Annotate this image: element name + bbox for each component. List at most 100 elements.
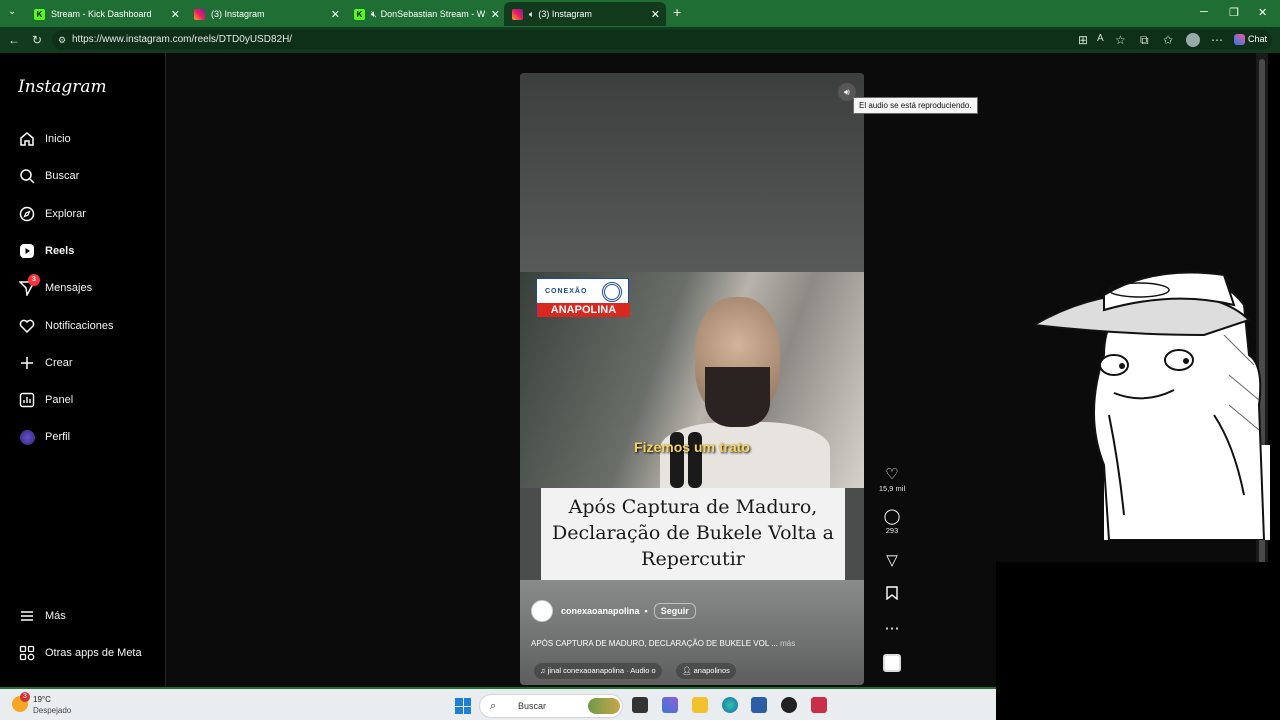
tab-donsebastian-stream[interactable]: K 🔇︎ DonSebastian Stream - Watch ✕ [346,2,506,26]
tab-instagram-active[interactable]: 🔈︎ (3) Instagram ✕ [504,2,666,26]
copilot-app-icon[interactable] [662,697,678,713]
audio-tooltip: El audio se está reproduciendo. [853,97,978,114]
muted-speaker-icon[interactable]: 🔇︎ [371,9,377,20]
tab-kick-dashboard[interactable]: K Stream - Kick Dashboard ✕ [26,2,186,26]
speaker-icon[interactable]: 🔈︎ [529,9,534,20]
favorites-icon[interactable]: ✩ [1163,33,1173,47]
speaker-shirt [660,422,830,488]
sidebar-item-meta-apps[interactable]: Otras apps de Meta [18,641,142,665]
close-tab-icon[interactable]: ✕ [171,8,180,21]
globe-icon [602,282,622,302]
audio-pill[interactable]: ♫ jinal conexaoanapolina · Audio o [534,663,662,679]
brand-top-text: CONEXÃO [545,288,588,295]
file-explorer-icon[interactable] [692,697,708,713]
sidebar-item-label: Buscar [45,170,80,182]
sidebar-item-mas[interactable]: Más [18,604,66,628]
browser-tab-bar: ⌄ K Stream - Kick Dashboard ✕ (3) Instag… [0,0,1280,27]
sidebar-item-label: Otras apps de Meta [45,647,142,659]
tab-label: (3) Instagram [211,9,265,19]
weather-condition: Despejado [33,706,72,715]
search-icon: ⌕ [490,700,497,712]
extensions-icon[interactable]: ⧉ [1140,33,1149,48]
tab-actions-chevron-icon[interactable]: ⌄ [8,6,16,17]
sidebar-item-explorar[interactable]: Explorar [18,202,86,226]
refresh-icon[interactable]: ↻ [32,33,42,47]
taskbar-search[interactable]: ⌕ Buscar [479,694,623,718]
reel-account: conexaoanapolina • Seguir [531,600,696,622]
instagram-icon [194,8,205,20]
new-tab-button[interactable]: + [673,4,681,20]
back-arrow-icon[interactable]: ← [8,33,20,47]
favorite-star-icon[interactable]: ☆ [1115,33,1126,47]
close-tab-icon[interactable]: ✕ [331,8,340,21]
tagged-user-pill[interactable]: 👤︎ anapolinos [676,663,736,679]
apps-icon[interactable]: ⊞ [1078,33,1088,47]
search-highlight-image [588,698,620,714]
sidebar-item-label: Inicio [45,133,71,145]
browser-address-bar: ← ↻ ⚙ https://www.instagram.com/reels/DT… [0,27,1280,53]
copilot-icon [1234,34,1245,46]
sidebar-item-notificaciones[interactable]: Notificaciones [18,314,113,338]
copilot-chat-button[interactable]: Chat [1234,34,1268,46]
close-tab-icon[interactable]: ✕ [491,8,500,21]
comment-button[interactable]: ◯ 293 [873,508,911,535]
profile-avatar-icon[interactable] [1186,33,1200,47]
send-icon: ▽ [886,552,898,569]
windows-taskbar: 3 19°C Despejado ⌕ Buscar [0,687,996,720]
reel-video-frame[interactable]: CONEXÃO ANAPOLINA Fizemos um trato [520,272,864,488]
reel-video-card[interactable]: CONEXÃO ANAPOLINA Fizemos um trato Após … [520,73,864,685]
sidebar-item-reels[interactable]: Reels [18,239,74,263]
account-avatar[interactable] [531,600,553,622]
more-menu-icon[interactable]: ⋯ [1211,33,1223,47]
sidebar-item-label: Notificaciones [45,320,114,332]
pinned-app-icon[interactable] [811,697,827,713]
more-link[interactable]: más [780,639,795,648]
read-aloud-icon[interactable]: A [1097,33,1104,44]
follow-button[interactable]: Seguir [653,603,696,619]
edge-browser-icon[interactable] [722,697,738,713]
comment-count: 293 [885,526,899,535]
tab-instagram-1[interactable]: (3) Instagram ✕ [186,2,346,26]
description-text: APÓS CAPTURA DE MADURO, DECLARAÇÃO DE BU… [531,639,778,648]
sidebar-item-buscar[interactable]: Buscar [18,164,79,188]
share-button[interactable]: ▽ [873,552,911,570]
restore-button[interactable]: ❐ [1229,6,1239,19]
task-view-icon[interactable] [632,697,648,713]
obs-app-icon[interactable] [781,697,797,713]
start-button[interactable] [455,698,471,714]
streamer-avatar-drawing [1034,269,1270,540]
comment-icon: ◯ [883,508,901,525]
url-text: https://www.instagram.com/reels/DTD0yUSD… [72,34,293,45]
chat-label: Chat [1248,34,1268,44]
close-tab-icon[interactable]: ✕ [651,8,660,21]
video-subtitle: Fizemos um trato [634,439,750,455]
close-window-button[interactable]: ✕ [1258,6,1267,19]
weather-badge: 3 [20,692,30,702]
sidebar-item-label: Más [45,610,66,622]
url-field[interactable]: ⚙ https://www.instagram.com/reels/DTD0yU… [52,30,1272,50]
store-app-icon[interactable] [751,697,767,713]
sidebar-item-panel[interactable]: Panel [18,388,73,412]
more-options-button[interactable]: ⋯ [873,620,911,638]
site-info-icon[interactable]: ⚙ [58,30,66,50]
user-icon: 👤︎ [682,666,694,675]
save-button[interactable] [873,586,911,605]
like-button[interactable]: ♡ 15,9 mil [873,466,911,493]
tab-label: DonSebastian Stream - Watch [380,9,485,19]
audio-thumbnail[interactable] [883,654,901,672]
account-name[interactable]: conexaoanapolina [561,606,640,616]
kick-icon: K [354,8,365,20]
sidebar-item-label: Panel [45,394,74,406]
search-icon [18,167,36,185]
instagram-logo[interactable]: Instagram [18,77,107,97]
reel-info: conexaoanapolina • Seguir APÓS CAPTURA D… [520,580,864,685]
separator-dot: • [644,606,648,616]
meta-apps-icon [18,644,36,662]
sidebar-item-crear[interactable]: Crear [18,351,73,375]
sidebar-item-perfil[interactable]: Perfil [18,425,70,449]
sidebar-item-mensajes[interactable]: 3 Mensajes [18,274,92,300]
search-placeholder: Buscar [518,701,547,711]
plus-icon [18,354,36,372]
minimize-button[interactable]: ─ [1200,6,1208,18]
sidebar-item-inicio[interactable]: Inicio [18,127,71,151]
